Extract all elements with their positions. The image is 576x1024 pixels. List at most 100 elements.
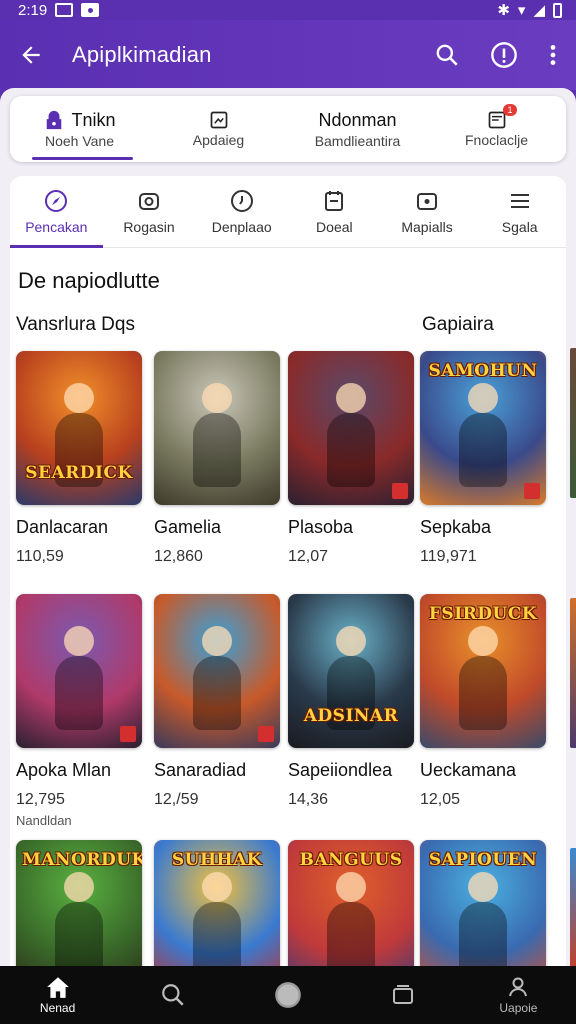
character-figure: [202, 383, 232, 413]
person-icon: [509, 977, 528, 997]
back-arrow-icon[interactable]: [18, 42, 44, 68]
game-title: Ueckamana: [420, 760, 517, 780]
image-icon: [209, 110, 229, 130]
game-download-count: 12,/59: [154, 791, 199, 808]
circle-icon: [275, 982, 301, 1008]
nav-center[interactable]: [230, 981, 345, 1009]
bluetooth-icon: ✱: [497, 2, 510, 19]
top-tab-subtitle: Bamdlieantira: [314, 132, 401, 149]
top-tab-title: Ndonman: [318, 109, 397, 130]
more-vert-icon[interactable]: [548, 42, 558, 68]
game-card[interactable]: FSIRDUCK Ueckamana 12,05: [420, 594, 546, 809]
notification-badge: 1: [503, 104, 517, 116]
rating-badge-icon: [392, 483, 408, 499]
character-figure: [193, 902, 241, 976]
character-figure: [468, 383, 498, 413]
game-title: Plasoba: [288, 517, 354, 537]
game-subtitle: Nandldan: [16, 813, 72, 828]
game-logo-text: BANGUUS: [299, 850, 403, 870]
game-download-count: 119,971: [420, 548, 477, 565]
game-logo-text: SAPIOUEN: [428, 850, 538, 870]
game-download-count: 110,59: [16, 548, 64, 565]
game-card[interactable]: Apoka Mlan 12,795 Nandldan: [16, 594, 142, 828]
game-card[interactable]: SEARDICK Danlacaran 110,59: [16, 351, 142, 566]
game-title: Sepkaba: [420, 517, 492, 537]
calendar-icon: [325, 190, 344, 211]
category-tab-1[interactable]: Rogasin: [103, 176, 196, 247]
character-figure: [64, 872, 94, 902]
game-title: Gamelia: [154, 517, 222, 537]
game-cover-image: [288, 351, 414, 505]
subsection-right[interactable]: Gapiaira: [422, 314, 494, 336]
clock-icon: [230, 189, 253, 212]
rating-badge-icon: [120, 726, 136, 742]
character-figure: [193, 656, 241, 730]
game-download-count: 14,36: [288, 791, 329, 808]
character-figure: [64, 383, 94, 413]
category-tab-0[interactable]: Pencakan: [10, 176, 103, 248]
nav-profile[interactable]: Uapoie: [461, 975, 576, 1015]
top-tab-subtitle: Noeh Vane: [44, 132, 114, 149]
character-figure: [55, 902, 103, 976]
compass-icon: [45, 189, 68, 212]
game-title: Sapeiiondlea: [288, 760, 393, 780]
top-tab-title: Tnikn: [71, 109, 116, 130]
game-card[interactable]: Gamelia 12,860: [154, 351, 280, 566]
game-card[interactable]: ADSINAR Sapeiiondlea 14,36: [288, 594, 414, 809]
category-label: Rogasin: [123, 218, 175, 235]
game-logo-text: SUHHAK: [171, 850, 263, 870]
rating-badge-icon: [524, 483, 540, 499]
signal-icon: ◢: [533, 2, 545, 19]
character-figure: [327, 902, 375, 976]
game-card[interactable]: SAMOHUN Sepkaba 119,971: [420, 351, 546, 566]
square-icon: [393, 985, 414, 1004]
bottom-nav: Nenad Uapoie: [0, 966, 576, 1024]
category-tab-3[interactable]: Doeal: [288, 176, 381, 247]
subsection-left: Vansrlura Dqs: [16, 314, 135, 335]
game-download-count: 12,795: [16, 791, 65, 808]
character-figure: [468, 626, 498, 656]
top-tab-account[interactable]: Tnikn Noeh Vane: [10, 96, 149, 162]
nav-library[interactable]: [346, 984, 461, 1006]
section-title: De napiodlutte: [18, 268, 160, 293]
game-card[interactable]: Plasoba 12,07: [288, 351, 414, 566]
home-icon: [46, 977, 69, 998]
category-label: Sgala: [501, 218, 538, 235]
top-tab-subtitle: Fnoclaclje: [464, 132, 529, 148]
category-label: Pencakan: [25, 218, 88, 235]
nav-label: Uapoie: [499, 1001, 538, 1015]
top-tab-downloads[interactable]: Ndonman Bamdlieantira: [288, 96, 427, 162]
battery-icon: [553, 2, 562, 18]
info-icon[interactable]: [490, 41, 518, 69]
top-tab-library[interactable]: 1 Fnoclaclje: [427, 96, 566, 162]
top-tab-updates[interactable]: Apdaieg: [149, 96, 288, 162]
photo-icon: [417, 192, 438, 210]
category-tab-5[interactable]: Sgala: [473, 176, 566, 247]
app-bar: Apiplkimadian: [0, 20, 576, 90]
character-figure: [327, 413, 375, 487]
character-figure: [336, 626, 366, 656]
top-tab-subtitle: Apdaieg: [192, 132, 245, 148]
game-card[interactable]: Sanaradiad 12,/59: [154, 594, 280, 809]
nav-search[interactable]: [115, 982, 230, 1008]
category-label: Doeal: [316, 218, 353, 235]
game-logo-text: SAMOHUN: [428, 361, 538, 381]
nav-home[interactable]: Nenad: [0, 975, 115, 1015]
search-icon[interactable]: [434, 42, 460, 68]
app-title: Apiplkimadian: [72, 42, 212, 67]
gallery-notification-icon: [55, 3, 74, 17]
category-tab-4[interactable]: Mapialls: [381, 176, 474, 247]
game-cover-image: [154, 351, 280, 505]
character-figure: [202, 872, 232, 902]
camera-icon: [139, 192, 159, 210]
character-figure: [64, 626, 94, 656]
game-title: Danlacaran: [16, 517, 109, 537]
game-cover-image: [16, 594, 142, 748]
game-cover-image: SEARDICK: [16, 351, 142, 505]
app-notification-icon: [81, 3, 100, 17]
character-figure: [336, 872, 366, 902]
next-item-peek: [570, 848, 576, 968]
category-tab-2[interactable]: Denplaao: [195, 176, 288, 247]
next-item-peek: [570, 348, 576, 498]
status-time: 2:19: [18, 1, 48, 19]
